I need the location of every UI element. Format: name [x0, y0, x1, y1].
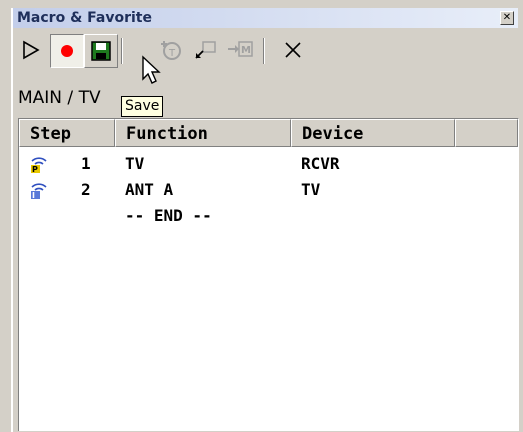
insert-macro-icon: M	[228, 41, 253, 57]
step-function: TV	[125, 154, 145, 173]
breadcrumb: MAIN / TV	[18, 88, 101, 108]
insert-step-icon	[195, 41, 216, 59]
insert-step-button[interactable]	[190, 34, 222, 66]
svg-text:T: T	[168, 48, 176, 59]
insert-macro-button[interactable]: M	[224, 34, 256, 66]
toolbar-separator	[263, 38, 265, 64]
list-item: -- END --	[19, 203, 518, 229]
mouse-cursor-icon	[142, 55, 161, 84]
table-row[interactable]: I 2 ANT A TV	[19, 177, 518, 203]
step-number: 1	[81, 154, 91, 173]
delete-icon	[285, 42, 301, 58]
step-function: ANT A	[125, 180, 174, 199]
play-icon	[23, 40, 40, 60]
close-icon: ✕	[502, 12, 512, 23]
save-button[interactable]	[84, 34, 118, 68]
svg-text:P: P	[32, 165, 38, 173]
svg-text:M: M	[241, 45, 251, 56]
step-device: RCVR	[301, 154, 340, 173]
macro-step-list[interactable]: Step Function Device P 1 TV RCVR I 2 ANT…	[18, 118, 519, 431]
column-header-device[interactable]: Device	[291, 119, 455, 147]
play-button[interactable]	[15, 34, 47, 66]
toolbar: T M	[13, 30, 518, 74]
column-header-empty	[455, 119, 518, 147]
title-bar[interactable]: Macro & Favorite ✕	[13, 8, 518, 28]
step-number: 2	[81, 180, 91, 199]
toolbar-separator	[121, 38, 123, 64]
table-row[interactable]: P 1 TV RCVR	[19, 151, 518, 177]
input-signal-icon: I	[31, 183, 47, 199]
step-device: TV	[301, 180, 321, 199]
save-icon	[91, 41, 111, 61]
svg-text:I: I	[32, 191, 35, 199]
list-header: Step Function Device	[19, 119, 518, 149]
save-tooltip: Save	[121, 96, 164, 117]
power-signal-icon: P	[31, 157, 47, 173]
record-icon	[61, 45, 73, 57]
column-header-function[interactable]: Function	[115, 119, 291, 147]
column-header-step[interactable]: Step	[19, 119, 115, 147]
delete-button[interactable]	[277, 34, 309, 66]
close-button[interactable]: ✕	[500, 11, 514, 25]
record-button[interactable]	[50, 34, 84, 68]
window-title: Macro & Favorite	[17, 10, 152, 26]
end-marker: -- END --	[125, 206, 212, 225]
